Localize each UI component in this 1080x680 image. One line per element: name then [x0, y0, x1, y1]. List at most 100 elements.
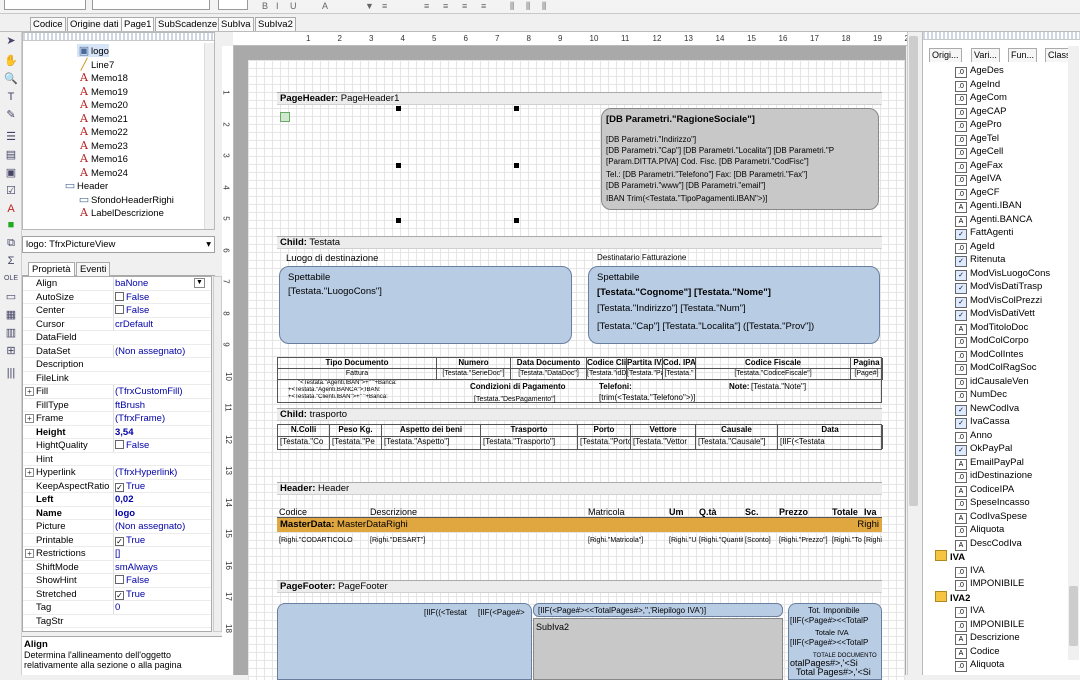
property-row[interactable]: Stretched ✓ True [23, 587, 211, 601]
panel-grip[interactable] [923, 32, 1080, 40]
valign-center-icon[interactable]: ⫼ [526, 1, 530, 12]
footer-text-1[interactable]: [IIF((<Testat [424, 608, 474, 618]
spettabile-left[interactable]: Spettabile [288, 272, 330, 283]
doc-value-cell[interactable]: [Testata."Pati [627, 369, 663, 380]
doc-value-cell[interactable]: [Page#] [851, 369, 883, 380]
tab-subscadenze[interactable]: SubScadenze [155, 17, 221, 31]
dropdown-arrow-icon[interactable]: ▼ [194, 278, 205, 288]
font-color-icon[interactable]: A [322, 1, 328, 11]
zoom-tool-icon[interactable]: 🔍 [4, 72, 18, 86]
ole-tool-icon[interactable]: OLE [4, 272, 18, 286]
field-item[interactable]: .0 AgeIVA [955, 172, 1002, 186]
tab-page1[interactable]: Page1 [121, 17, 155, 31]
field-item[interactable]: .0 idCausaleVen [955, 375, 1029, 389]
select-tool-icon[interactable]: ➤ [4, 34, 18, 48]
cond-pag-label[interactable]: Condizioni di Pagamento [470, 382, 566, 392]
tab-codice[interactable]: Codice [30, 17, 66, 31]
dataset-node[interactable]: IVA2 [935, 590, 970, 604]
checkbox-tool-icon[interactable]: ☑ [4, 184, 18, 198]
property-value[interactable]: logo [113, 506, 211, 520]
property-row[interactable]: Align baNone ▼ [23, 277, 211, 291]
property-row[interactable]: Hint [23, 453, 211, 466]
property-value[interactable]: 0 [113, 601, 211, 614]
tot-imponibile-label[interactable]: Tot. Imponibile [808, 606, 860, 616]
dest-line-3[interactable]: [Testata."Cap"] [Testata."Localita"] ([T… [597, 321, 814, 332]
field-item[interactable]: A CodiceIPA [955, 483, 1014, 497]
band-tool-icon[interactable]: ☰ [4, 130, 18, 144]
list-tool-icon[interactable]: ▦ [4, 308, 18, 322]
checked-box-icon[interactable]: ✓ [115, 536, 124, 546]
highlight-icon[interactable]: ▼ [365, 1, 374, 11]
doc-value-cell[interactable]: [Testata." [663, 369, 696, 380]
bank-line-3[interactable]: +<Testata."Clienti.IBAN">+" "+Banca: [288, 394, 428, 401]
selection-handle[interactable] [396, 163, 401, 168]
tree-grip[interactable] [23, 33, 214, 41]
property-value[interactable]: (Non assegnato) [113, 344, 211, 358]
righe-header-cell[interactable]: Descrizione [370, 507, 585, 517]
property-row[interactable]: Height 3,54 [23, 425, 211, 439]
field-item[interactable]: ✓ NewCodIva [955, 402, 1019, 416]
totale-iva-label[interactable]: Totale IVA [815, 628, 849, 638]
destinatario-label[interactable]: Destinatario Fatturazione [597, 253, 686, 263]
luogo-label[interactable]: Luogo di destinazione [286, 253, 378, 264]
righe-header-cell[interactable]: Prezzo [779, 507, 829, 517]
property-row[interactable]: KeepAspectRatio ✓ True [23, 479, 211, 493]
righe-header-cell[interactable]: Codice [279, 507, 369, 517]
selection-handle[interactable] [396, 218, 401, 223]
scroll-thumb[interactable] [1069, 586, 1078, 646]
align-left-icon[interactable]: ≡ [424, 1, 429, 11]
luogo-value[interactable]: [Testata."LuogoCons"] [288, 286, 382, 297]
righe-value-cell[interactable]: [Righi."Prezzo"] [779, 536, 829, 546]
field-item[interactable]: ✓ OkPayPal [955, 442, 1012, 456]
fields-scrollbar[interactable] [1068, 46, 1079, 660]
field-item[interactable]: .0 Aliquota [955, 523, 1004, 537]
field-item[interactable]: .0 AgeFax [955, 159, 1003, 173]
unchecked-box-icon[interactable] [115, 305, 124, 314]
field-item[interactable]: ✓ FattAgenti [955, 226, 1013, 240]
field-item[interactable]: .0 ModColIntes [955, 348, 1023, 362]
trasporto-value-cell[interactable]: [Testata."Porto"] [578, 437, 631, 449]
property-value[interactable]: ✓ True [113, 587, 211, 601]
field-item[interactable]: .0 Aliquota [955, 658, 1004, 672]
property-value[interactable]: 0,02 [113, 493, 211, 506]
property-value[interactable]: ✓ True [113, 533, 211, 547]
righe-value-cell[interactable]: [Righi."CODARTICOLO [279, 536, 369, 546]
trasporto-header-cell[interactable]: Porto [578, 425, 631, 437]
field-item[interactable]: .0 ModColCorpo [955, 334, 1029, 348]
property-value[interactable]: smAlways [113, 560, 211, 574]
shape-tool-icon[interactable]: ■ [4, 218, 18, 232]
property-value[interactable]: False [113, 439, 211, 452]
righe-header-cell[interactable]: Sc. [745, 507, 777, 517]
field-item[interactable]: ✓ ModVisColPrezzi [955, 294, 1042, 308]
valign-bottom-icon[interactable]: ⫼ [542, 1, 546, 12]
unchecked-box-icon[interactable] [115, 440, 124, 449]
company-line-1[interactable]: [DB Parametri."Indirizzo"] [606, 135, 878, 145]
property-value[interactable]: (TfrxHyperlink) [113, 466, 211, 479]
doc-header-cell[interactable]: Codice Fiscale [696, 358, 851, 369]
field-item[interactable]: .0 AgeId [955, 240, 995, 254]
field-item[interactable]: .0 Anno [955, 429, 992, 443]
tree-item[interactable]: A Memo19 [77, 85, 128, 98]
company-line-4[interactable]: Tel.: [DB Parametri."Telefono"] Fax: [DB… [606, 170, 878, 180]
field-item[interactable]: A ModTitoloDoc [955, 321, 1028, 335]
trasporto-header-cell[interactable]: Trasporto [481, 425, 578, 437]
tree-item[interactable]: A Memo20 [77, 98, 128, 111]
italic-icon[interactable]: I [276, 1, 279, 11]
align-center-icon[interactable]: ≡ [443, 1, 448, 11]
righe-header-cell[interactable]: Totale [832, 507, 862, 517]
field-item[interactable]: A EmailPayPal [955, 456, 1024, 470]
tree-item[interactable]: A Memo23 [77, 139, 128, 152]
dest-line-1[interactable]: [Testata."Cognome"] [Testata."Nome"] [597, 287, 771, 298]
data-band-icon[interactable]: ▤ [4, 148, 18, 162]
righe-value-cell[interactable]: [Righi."Matricola"] [588, 536, 668, 546]
cond-pag-value[interactable]: [Testata."DesPagamento"] [474, 395, 556, 405]
memo-tool-icon[interactable]: A [4, 202, 18, 216]
righe-header-cell[interactable]: Um [669, 507, 697, 517]
align-right-icon[interactable]: ≡ [462, 1, 467, 11]
doc-value-cell[interactable]: [Testata."DataDoc"] [511, 369, 587, 380]
bank-line-1[interactable]: "<Testata."Agenti.IBAN">+" "+Banca: [298, 380, 418, 387]
trasporto-value-cell[interactable]: [IIF(<Testata [778, 437, 883, 449]
tree-item[interactable]: ▭ SfondoHeaderRighi [77, 193, 174, 206]
property-value[interactable]: crDefault [113, 317, 211, 331]
field-item[interactable]: A CodIvaSpese [955, 510, 1027, 524]
